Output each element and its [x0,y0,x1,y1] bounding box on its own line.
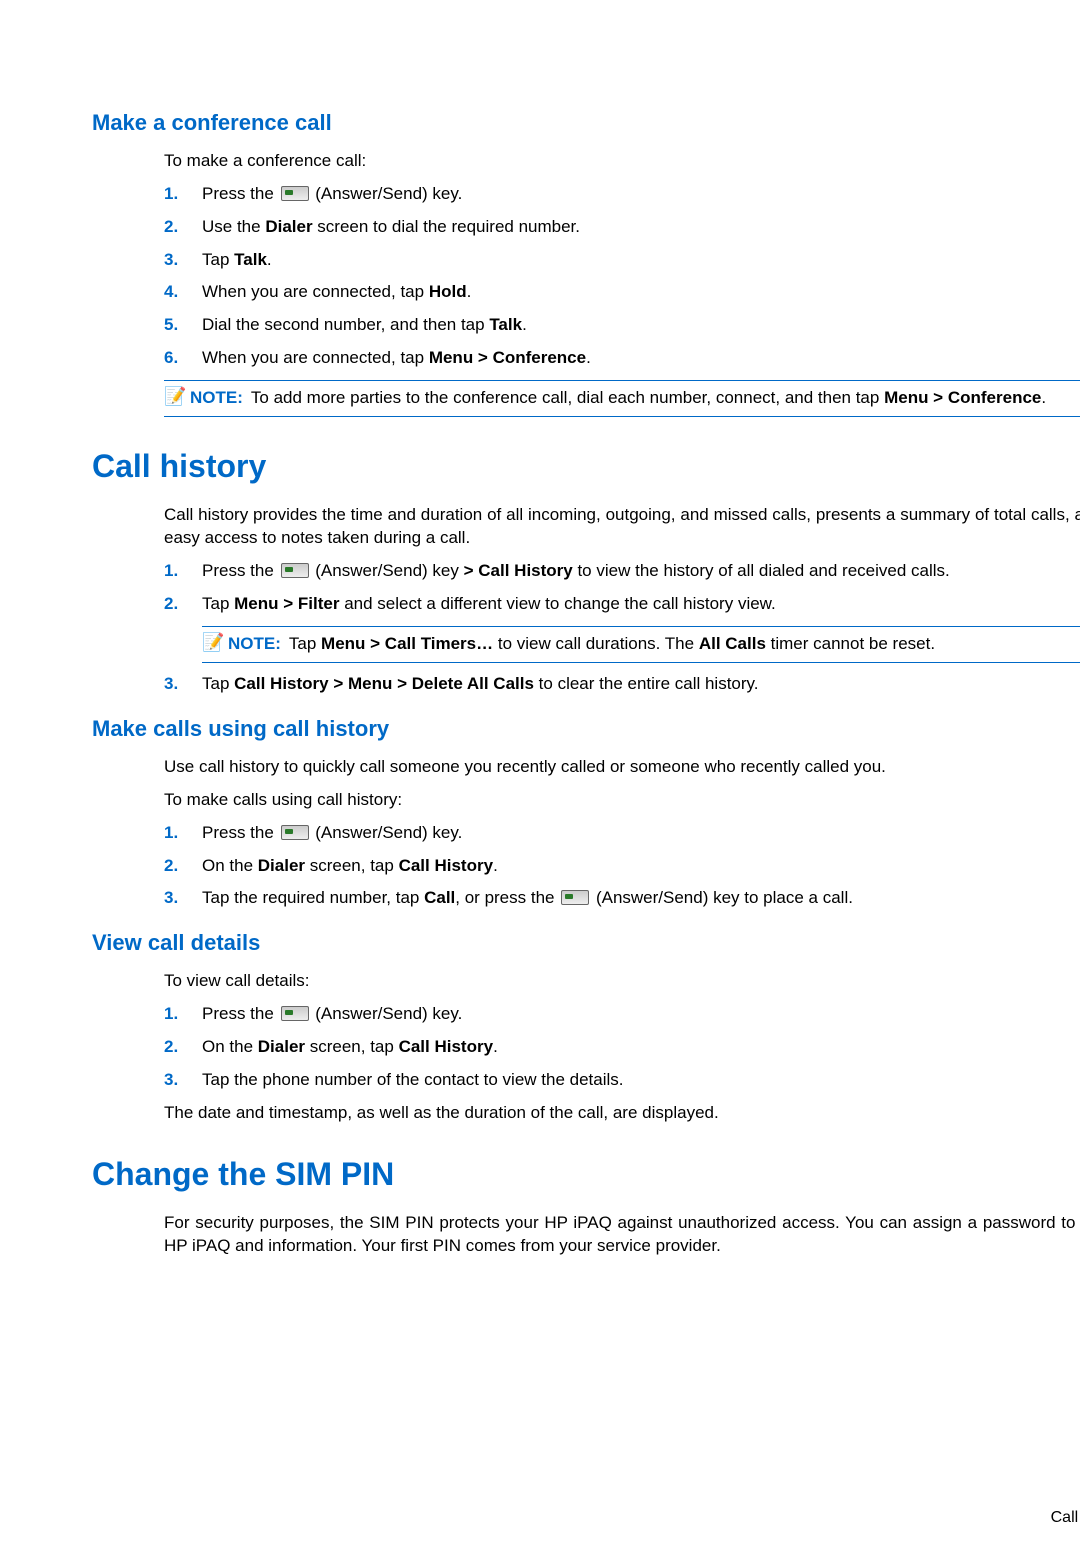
ordered-list: 1. Press the (Answer/Send) key > Call Hi… [164,560,1080,616]
note-wrapper: 📝 NOTE:To add more parties to the confer… [164,380,1080,417]
list-text: Press the (Answer/Send) key. [202,1003,1080,1026]
list-number: 2. [164,216,202,239]
list-text: When you are connected, tap Hold. [202,281,1080,304]
list-item: 1. Press the (Answer/Send) key > Call Hi… [164,560,1080,583]
list-number: 2. [164,593,202,616]
list-item: 3. Tap the phone number of the contact t… [164,1069,1080,1092]
list-number: 2. [164,1036,202,1059]
list-item: 3. Tap Talk. [164,249,1080,272]
list-text: Press the (Answer/Send) key. [202,183,1080,206]
section-conference: To make a conference call: 1. Press the … [164,150,1080,371]
note-icon: 📝 [164,387,190,407]
section-sim-pin: For security purposes, the SIM PIN prote… [164,1212,1080,1258]
footer-section-title: Call history [1051,1509,1080,1526]
ordered-list: 1. Press the (Answer/Send) key. 2. Use t… [164,183,1080,371]
answer-send-key-icon [561,890,589,905]
list-number: 6. [164,347,202,370]
page-footer: Call history 33 [1051,1507,1080,1529]
list-number: 3. [164,1069,202,1092]
ordered-list: 1. Press the (Answer/Send) key. 2. On th… [164,822,1080,911]
list-text: Tap the phone number of the contact to v… [202,1069,1080,1092]
list-text: Tap the required number, tap Call, or pr… [202,887,1080,910]
answer-send-key-icon [281,1006,309,1021]
list-number: 2. [164,855,202,878]
para: To make a conference call: [164,150,1080,173]
list-item: 5. Dial the second number, and then tap … [164,314,1080,337]
answer-send-key-icon [281,825,309,840]
list-item: 2. On the Dialer screen, tap Call Histor… [164,1036,1080,1059]
document-page: Make a conference call To make a confere… [0,0,1080,1567]
list-text: Press the (Answer/Send) key. [202,822,1080,845]
note-label: NOTE: [228,634,281,653]
ordered-list: 1. Press the (Answer/Send) key. 2. On th… [164,1003,1080,1092]
list-number: 1. [164,560,202,583]
list-item: 3. Tap the required number, tap Call, or… [164,887,1080,910]
list-item: 2. Tap Menu > Filter and select a differ… [164,593,1080,616]
list-number: 1. [164,1003,202,1026]
list-number: 4. [164,281,202,304]
list-text: Tap Talk. [202,249,1080,272]
answer-send-key-icon [281,563,309,578]
list-item: 4. When you are connected, tap Hold. [164,281,1080,304]
heading-view-call-details: View call details [92,928,1080,958]
section-make-calls-history: Use call history to quickly call someone… [164,756,1080,911]
list-number: 5. [164,314,202,337]
list-item: 1. Press the (Answer/Send) key. [164,183,1080,206]
note-body: NOTE:To add more parties to the conferen… [190,387,1080,410]
list-text: When you are connected, tap Menu > Confe… [202,347,1080,370]
list-item: 2. On the Dialer screen, tap Call Histor… [164,855,1080,878]
note-body: NOTE:Tap Menu > Call Timers… to view cal… [228,633,1080,656]
heading-make-conference-call: Make a conference call [92,108,1080,138]
para: Use call history to quickly call someone… [164,756,1080,779]
list-item: 1. Press the (Answer/Send) key. [164,1003,1080,1026]
note-label: NOTE: [190,388,243,407]
list-number: 3. [164,887,202,910]
list-number: 3. [164,673,202,696]
list-text: On the Dialer screen, tap Call History. [202,855,1080,878]
para: The date and timestamp, as well as the d… [164,1102,1080,1125]
ordered-list: 3. Tap Call History > Menu > Delete All … [164,673,1080,696]
list-text: Tap Menu > Filter and select a different… [202,593,1080,616]
para: For security purposes, the SIM PIN prote… [164,1212,1080,1258]
list-text: Dial the second number, and then tap Tal… [202,314,1080,337]
note-icon: 📝 [202,633,228,653]
section-view-call-details: To view call details: 1. Press the (Answ… [164,970,1080,1125]
heading-call-history: Call history [92,445,1080,488]
list-text: Press the (Answer/Send) key > Call Histo… [202,560,1080,583]
note-box: 📝 NOTE:Tap Menu > Call Timers… to view c… [202,626,1080,663]
list-number: 3. [164,249,202,272]
list-text: On the Dialer screen, tap Call History. [202,1036,1080,1059]
list-item: 6. When you are connected, tap Menu > Co… [164,347,1080,370]
answer-send-key-icon [281,186,309,201]
heading-change-sim-pin: Change the SIM PIN [92,1153,1080,1196]
section-call-history: Call history provides the time and durat… [164,504,1080,696]
list-number: 1. [164,822,202,845]
list-item: 3. Tap Call History > Menu > Delete All … [164,673,1080,696]
list-item: 1. Press the (Answer/Send) key. [164,822,1080,845]
list-text: Use the Dialer screen to dial the requir… [202,216,1080,239]
heading-make-calls-using-history: Make calls using call history [92,714,1080,744]
note-box: 📝 NOTE:To add more parties to the confer… [164,380,1080,417]
para: To view call details: [164,970,1080,993]
para: Call history provides the time and durat… [164,504,1080,550]
para: To make calls using call history: [164,789,1080,812]
list-number: 1. [164,183,202,206]
list-text: Tap Call History > Menu > Delete All Cal… [202,673,1080,696]
list-item: 2. Use the Dialer screen to dial the req… [164,216,1080,239]
